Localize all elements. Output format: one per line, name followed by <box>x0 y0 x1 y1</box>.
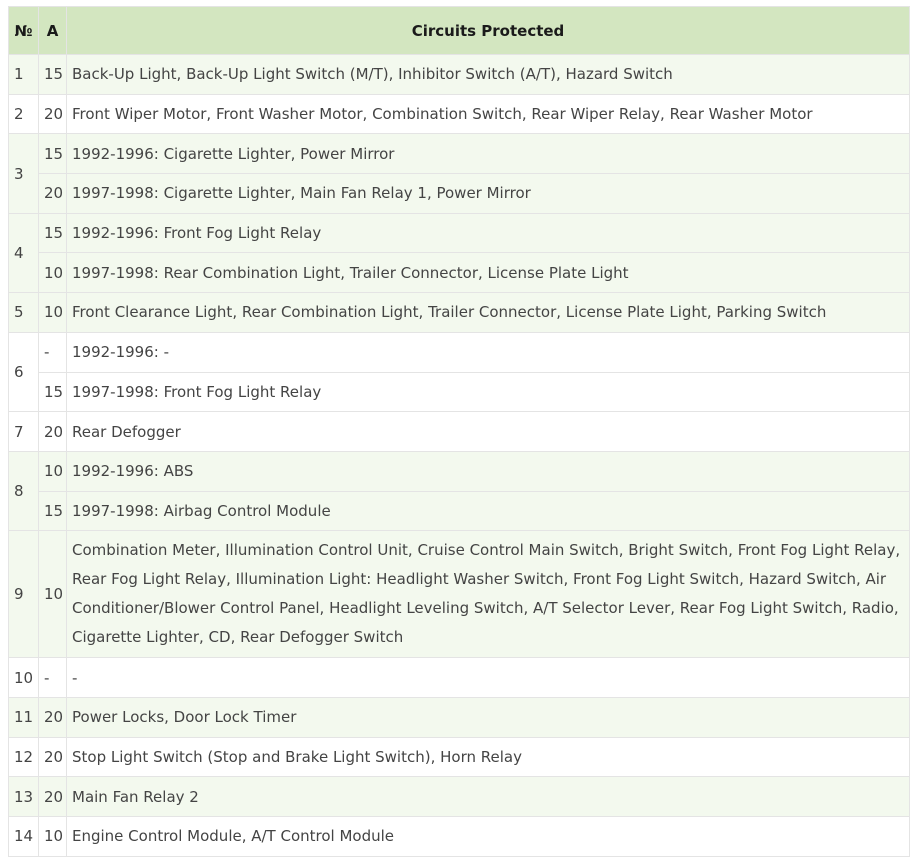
circuits-cell: 1997-1998: Airbag Control Module <box>66 490 910 532</box>
fuse-number-cell: 5 <box>8 292 39 333</box>
table-header-row: № A Circuits Protected <box>8 6 910 55</box>
amperage-cell: 20 <box>38 411 67 452</box>
table-row: 10 1997-1998: Rear Combination Light, Tra… <box>9 252 910 294</box>
header-number: № <box>8 6 39 55</box>
circuits-cell: 1992-1996: Cigarette Lighter, Power Mirr… <box>66 133 910 175</box>
circuits-cell: - <box>66 657 910 698</box>
amperage-cell: 10 <box>38 530 67 659</box>
table-row: 3 15 1992-1996: Cigarette Lighter, Power M… <box>8 133 910 214</box>
amperage-cell: 10 <box>38 450 67 492</box>
table-row: 5 10 Front Clearance Light, Rear Combinati… <box>8 292 910 333</box>
table-row: 2 20 Front Wiper Motor, Front Washer Motor… <box>8 93 910 135</box>
circuits-cell: Combination Meter, Illumination Control … <box>66 530 910 659</box>
table-row: 12 20 Stop Light Switch (Stop and Brake Li… <box>8 736 910 778</box>
fuse-number-cell: 13 <box>8 776 39 817</box>
table-row: 10- - <box>8 657 910 698</box>
amperage-cell: 15 <box>38 371 67 413</box>
fuse-number-cell: 14 <box>8 816 39 857</box>
header-amperage: A <box>38 6 67 55</box>
table-row: 8 10 1992-1996: ABS <box>8 450 910 532</box>
amperage-cell: 10 <box>38 252 67 294</box>
circuits-cell: 1992-1996: Front Fog Light Relay <box>66 212 910 254</box>
fuse-number-cell: 2 <box>8 93 39 135</box>
fuse-number-cell: 1 <box>8 54 39 95</box>
amperage-cell: 15 <box>38 133 67 175</box>
circuits-cell: 1997-1998: Rear Combination Light, Trail… <box>66 252 910 294</box>
circuits-cell: 1997-1998: Cigarette Lighter, Main Fan R… <box>66 173 910 214</box>
table-row: 15 1997-1998: Airbag Control Module <box>9 490 910 532</box>
amperage-cell: 15 <box>38 212 67 254</box>
table-row: 4 15 1992-1996: Front Fog Light Relay <box>8 212 910 294</box>
amperage-cell: 20 <box>38 776 67 817</box>
table-row: 1 15 Back-Up Light, Back-Up Light Switch (… <box>8 54 910 95</box>
fuse-number-cell: 8 <box>8 450 39 532</box>
table-row: 14 10 Engine Control Module, A/T Control M… <box>8 816 910 857</box>
amperage-cell: 10 <box>38 292 67 333</box>
amperage-cell: 20 <box>38 173 67 214</box>
fuse-number-cell: 11 <box>8 696 39 738</box>
amperage-cell: 10 <box>38 816 67 857</box>
circuits-cell: 1992-1996: - <box>66 331 910 373</box>
circuits-cell: 1997-1998: Front Fog Light Relay <box>66 371 910 413</box>
fuse-number-cell: 7 <box>8 411 39 452</box>
amperage-cell: 20 <box>38 736 67 778</box>
circuits-cell: Front Wiper Motor, Front Washer Motor, C… <box>66 93 910 135</box>
circuits-cell: Power Locks, Door Lock Timer <box>66 696 910 738</box>
fuse-number-cell: 6 <box>8 331 39 413</box>
table-row: 13 20 Main Fan Relay 2 <box>8 776 910 817</box>
amperage-cell: 15 <box>38 54 67 95</box>
amperage-cell: - <box>38 331 67 373</box>
table-row: 11 20 Power Locks, Door Lock Timer <box>8 696 910 738</box>
circuits-cell: 1992-1996: ABS <box>66 450 910 492</box>
fuse-number-cell: 4 <box>8 212 39 294</box>
fuse-number-cell: 9 <box>8 530 39 659</box>
fuse-number-cell: 3 <box>8 133 39 214</box>
circuits-cell: Engine Control Module, A/T Control Modul… <box>66 816 910 857</box>
fuse-number-cell: 12 <box>8 736 39 778</box>
table-row: 7 20 Rear Defogger <box>8 411 910 452</box>
amperage-cell: 20 <box>38 696 67 738</box>
fuse-table: № A Circuits Protected 1 15 Back-Up Light,… <box>8 6 910 857</box>
table-row: 15 1997-1998: Front Fog Light Relay <box>9 371 910 413</box>
fuse-number-cell: 10 <box>8 657 39 698</box>
circuits-cell: Main Fan Relay 2 <box>66 776 910 817</box>
fuse-table-container: № A Circuits Protected 1 15 Back-Up Light,… <box>8 6 910 857</box>
circuits-cell: Back-Up Light, Back-Up Light Switch (M/T… <box>66 54 910 95</box>
amperage-cell: 15 <box>38 490 67 532</box>
table-body: 1 15 Back-Up Light, Back-Up Light Switch (… <box>8 54 910 857</box>
table-row: 9 10 Combination Meter, Illumination Contr… <box>8 530 910 659</box>
amperage-cell: 20 <box>38 93 67 135</box>
header-circuits: Circuits Protected <box>66 6 910 55</box>
table-row: 6-1992-1996: - <box>8 331 910 413</box>
amperage-cell: - <box>38 657 67 698</box>
circuits-cell: Stop Light Switch (Stop and Brake Light … <box>66 736 910 778</box>
table-row: 20 1997-1998: Cigarette Lighter, Main Fan… <box>9 173 910 214</box>
circuits-cell: Front Clearance Light, Rear Combination … <box>66 292 910 333</box>
circuits-cell: Rear Defogger <box>66 411 910 452</box>
